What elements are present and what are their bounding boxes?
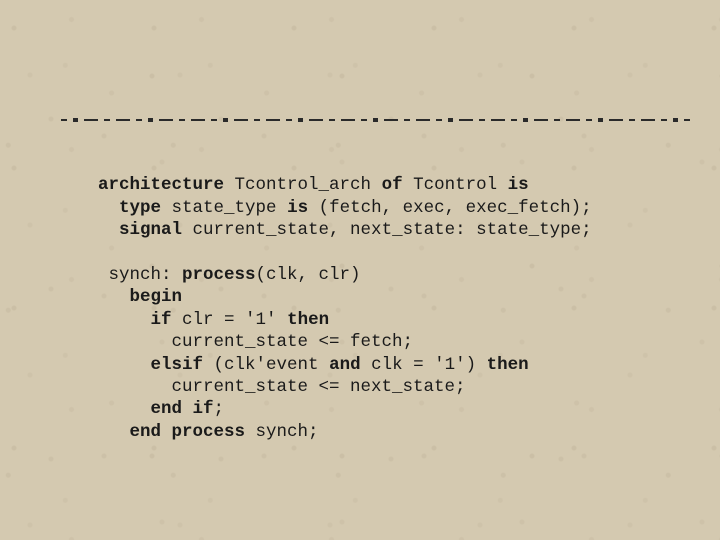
- code-block: architecture Tcontrol_arch of Tcontrol i…: [98, 152, 592, 443]
- code-line: architecture Tcontrol_arch of Tcontrol i…: [98, 175, 529, 195]
- code-line: signal current_state, next_state: state_…: [98, 220, 592, 240]
- code-line: elsif (clk'event and clk = '1') then: [98, 355, 529, 375]
- code-line: end if;: [98, 399, 224, 419]
- code-line: current_state <= fetch;: [98, 332, 413, 352]
- code-line: synch: process(clk, clr): [98, 265, 361, 285]
- code-line: type state_type is (fetch, exec, exec_fe…: [98, 198, 592, 218]
- code-line: current_state <= next_state;: [98, 377, 466, 397]
- code-line: if clr = '1' then: [98, 310, 329, 330]
- decorative-rule: [58, 118, 690, 122]
- code-line: end process synch;: [98, 422, 319, 442]
- code-line: begin: [98, 287, 182, 307]
